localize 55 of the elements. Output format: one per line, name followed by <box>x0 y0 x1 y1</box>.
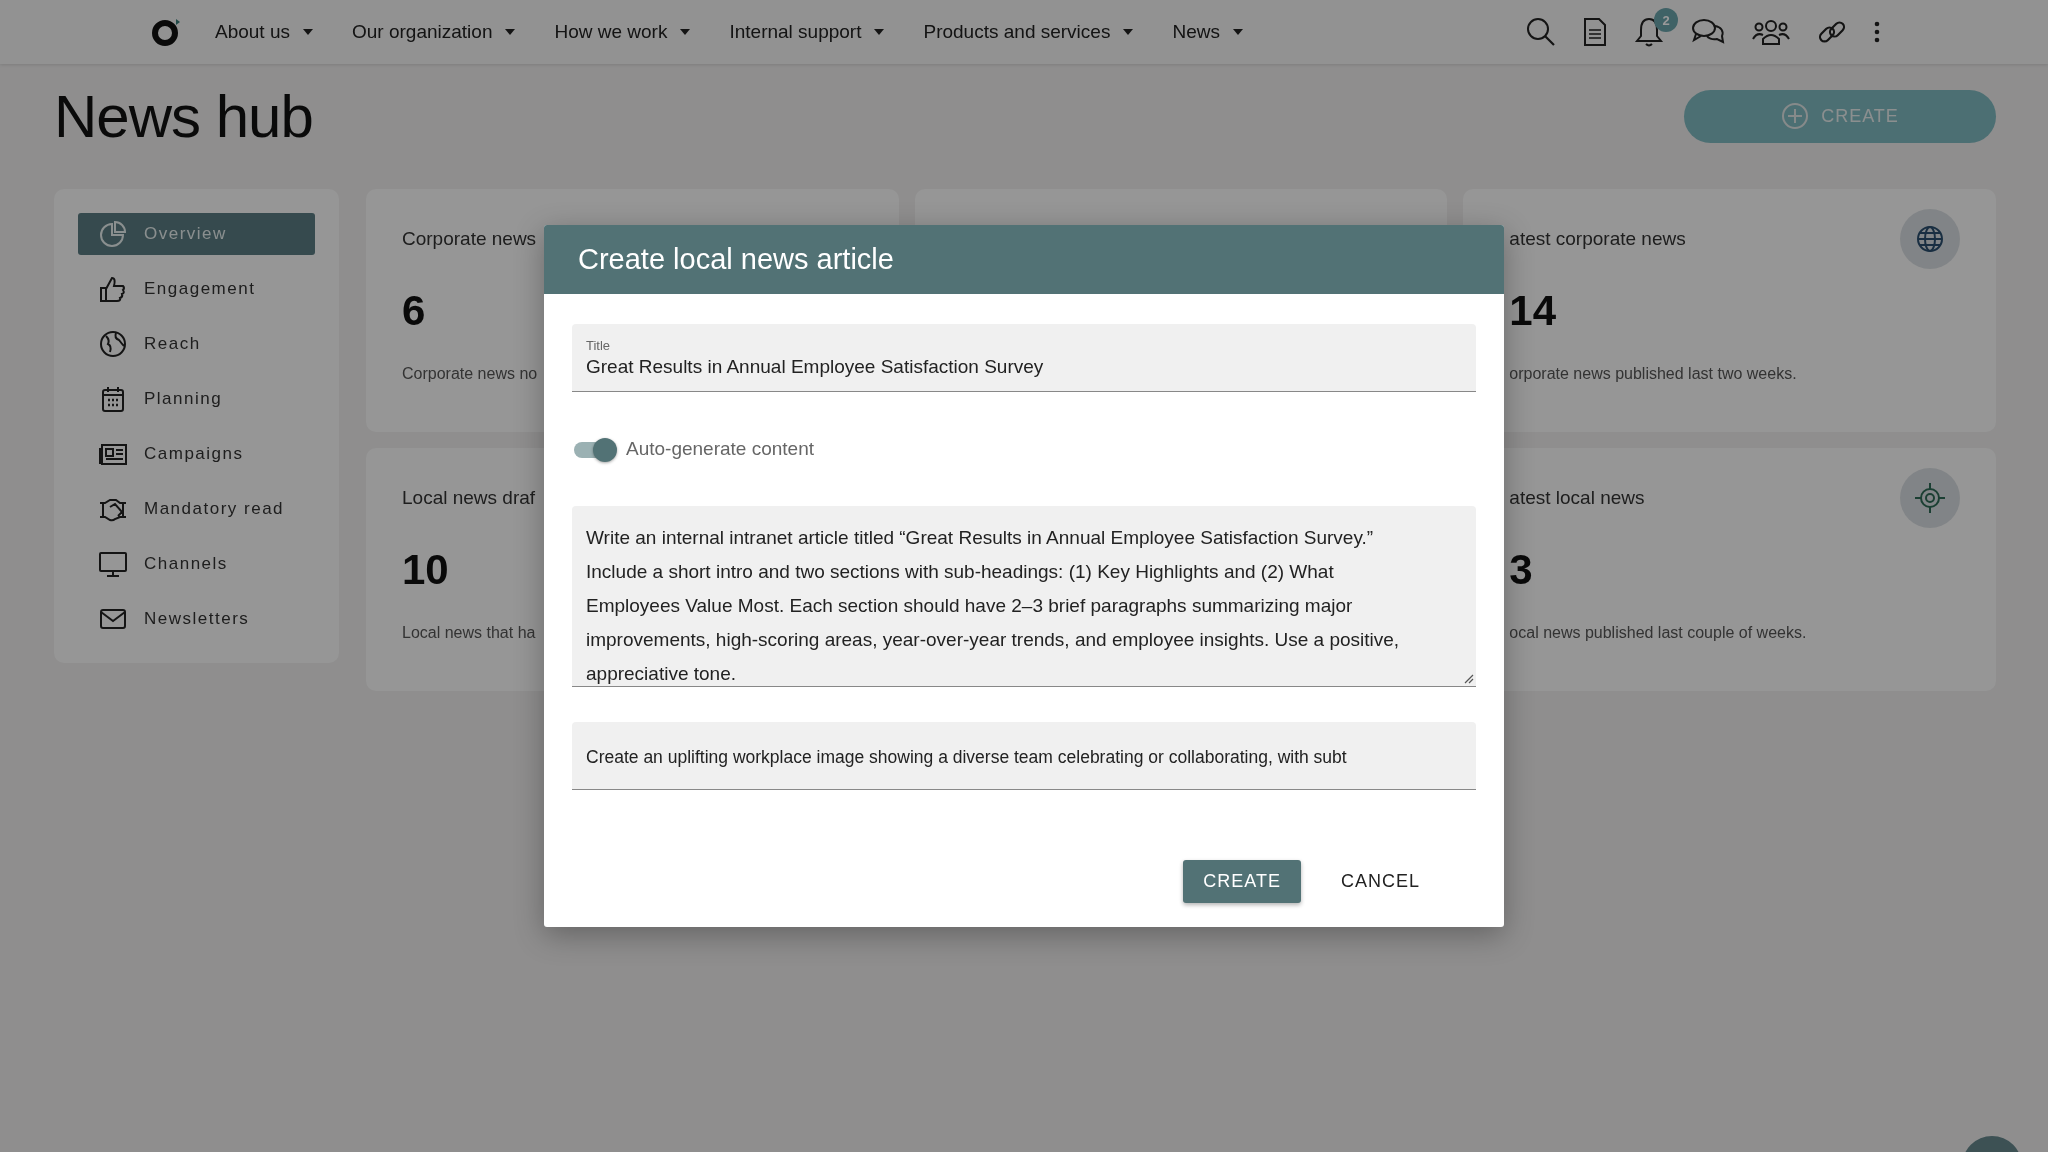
title-field[interactable]: Title Great Results in Annual Employee Satisfaction Survey <box>572 324 1476 392</box>
stat-value: 6 <box>402 287 426 335</box>
image-prompt-field[interactable]: Create an uplifting workplace image showing a diverse team celebrating or collaborating, with subt <box>572 722 1476 790</box>
dialog-title: Create local news article <box>578 243 894 276</box>
page-title: News hub <box>54 81 313 151</box>
nav-menu[interactable]: Our organization <box>333 13 536 51</box>
toggle-label: Auto-generate content <box>626 438 815 460</box>
sidebar-item[interactable]: Newsletters <box>78 598 315 640</box>
cancel-button[interactable]: CANCEL <box>1320 860 1440 903</box>
bell-icon[interactable] <box>1634 16 1664 48</box>
nav-menu[interactable]: Products and services <box>904 13 1154 51</box>
sidebar-item[interactable]: Reach <box>78 323 315 365</box>
stat-value: 14 <box>1509 287 1557 335</box>
card-title: atest corporate news <box>1509 228 1686 250</box>
card-title: atest local news <box>1509 487 1645 509</box>
prompt-text-area[interactable]: Write an internal intranet article titled “Great Results in Annual Employee Satisfaction Survey.” Include a short intro and two sections with sub-headings: (1) Key Highlights and (2) What Employees Value Most. Each section should have 2–3 brief paragraphs summarizing major improvements, high-scoring areas, year-over-year trends, and employee insights. Use a positive, appreciative tone. <box>572 506 1476 687</box>
sidebar-item[interactable]: Planning <box>78 378 315 420</box>
stat-value: 3 <box>1509 546 1533 594</box>
pie-chart-icon <box>98 220 128 248</box>
sidebar-item[interactable]: Engagement <box>78 268 315 310</box>
caret-icon <box>1231 28 1244 36</box>
card-description: Corporate news no <box>402 365 539 383</box>
people-icon[interactable] <box>1752 17 1790 47</box>
resize-handle-icon[interactable] <box>1464 674 1474 684</box>
search-icon[interactable] <box>1526 17 1556 47</box>
logo-icon[interactable] <box>152 17 182 47</box>
card-title: Corporate news <box>402 228 538 250</box>
more-options-icon[interactable] <box>1874 21 1880 43</box>
globe-icon <box>1915 224 1945 254</box>
notification-badge: 2 <box>1654 8 1678 32</box>
toggle-switch[interactable] <box>572 436 618 462</box>
nav-menu[interactable]: About us <box>196 13 333 51</box>
stat-value: 10 <box>402 546 449 594</box>
caret-icon <box>302 28 314 36</box>
thumbs-up-icon <box>98 275 128 303</box>
nav-menu[interactable]: How we work <box>535 13 711 51</box>
card-title: Local news draf <box>402 487 537 509</box>
target-icon <box>1913 481 1947 515</box>
nav-menu[interactable]: Internal support <box>710 13 905 51</box>
card-description: orporate news published last two weeks. <box>1509 365 1798 383</box>
plus-icon <box>1781 102 1810 130</box>
monitor-icon <box>98 550 128 578</box>
caret-icon <box>679 28 692 36</box>
caret-icon <box>873 28 886 36</box>
create-button[interactable]: CREATE <box>1183 860 1301 903</box>
sidebar-item[interactable]: Mandatory read <box>78 488 315 530</box>
globe-icon <box>98 330 128 358</box>
card-description: ocal news published last couple of weeks. <box>1509 624 1808 642</box>
nav-menu[interactable]: News <box>1153 13 1263 51</box>
sidebar-item[interactable]: Campaigns <box>78 433 315 475</box>
sidebar-item[interactable]: Channels <box>78 543 315 585</box>
caret-icon <box>504 28 517 36</box>
card-description: Local news that ha <box>402 624 537 642</box>
document-icon[interactable] <box>1583 17 1607 47</box>
caret-icon <box>1122 28 1135 36</box>
